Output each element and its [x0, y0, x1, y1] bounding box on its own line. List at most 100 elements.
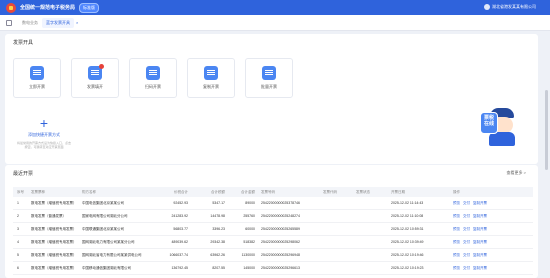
preview-link[interactable]: 预览 — [453, 214, 460, 218]
copy-invoice-link[interactable]: 复制开票 — [473, 253, 487, 257]
row-actions: 预览 交付 复制开票 — [449, 201, 499, 206]
shortcut-label: 复制开票 — [203, 84, 219, 89]
table-cell: 89000 — [245, 201, 255, 205]
tab-digital-business[interactable]: 数电业务 — [22, 20, 38, 26]
home-icon[interactable] — [6, 19, 12, 26]
table-cell: 60000 — [245, 227, 255, 231]
row-actions: 预览 交付 复制开票 — [449, 253, 499, 258]
column-header: 发票代码 — [323, 189, 337, 194]
table-cell: 4 — [17, 240, 19, 244]
copy-invoice-link[interactable]: 复制开票 — [473, 227, 487, 231]
invoice-issue-panel: 发票开具 立即开票 发票填开 扫码开票 复制开票 批量开票 + 添加快捷开票方式… — [5, 34, 538, 164]
section-title: 最近开票 — [13, 171, 34, 177]
deliver-link[interactable]: 交付 — [463, 253, 470, 257]
table-row: 2 数电发票（普通发票） 国家电网有限公司湖北分公司 241283.92 14478.9… — [13, 210, 533, 223]
table-cell: 25422000000025248274 — [261, 214, 300, 218]
column-header: 开票日期 — [391, 189, 405, 194]
table-cell: 2025-12-02 11:10:08 — [391, 214, 424, 218]
assistant-mascot[interactable]: 票税 在线 — [480, 108, 522, 146]
shortcut-scan[interactable]: 扫码开票 — [129, 58, 177, 98]
table-cell: 255760 — [243, 214, 255, 218]
table-row: 5 数电发票（增值税专用发票） 国网湖北省电力有限公司某某供电公司 1066037.7… — [13, 249, 533, 262]
table-cell: 56803.77 — [173, 227, 188, 231]
table-cell: 2025-12-02 10:19:46 — [391, 253, 424, 257]
qr-code-icon — [146, 66, 160, 80]
shortcut-batch[interactable]: 批量开票 — [245, 58, 293, 98]
view-more-link[interactable]: 查看更多 > — [507, 170, 526, 176]
shortcut-immediate[interactable]: 立即开票 — [13, 58, 61, 98]
copy-invoice-link[interactable]: 复制开票 — [473, 240, 487, 244]
table-cell: 中国移动通信集团湖北有限公司 — [82, 265, 131, 270]
table-cell: 3 — [17, 227, 19, 231]
deliver-link[interactable]: 交付 — [463, 266, 470, 270]
notification-dot — [99, 64, 104, 69]
shortcut-fill[interactable]: 发票填开 — [71, 58, 119, 98]
table-cell: 2025-12-02 10:19:23 — [391, 266, 424, 270]
preview-link[interactable]: 预览 — [453, 201, 460, 205]
row-actions: 预览 交付 复制开票 — [449, 240, 499, 245]
table-row: 1 数电发票（增值税专用发票） 中国电信集团北京某某公司 92452.93 5347.1… — [13, 197, 533, 210]
table-cell: 国网湖北电力有限公司某某分公司 — [82, 239, 135, 244]
copy-invoice-link[interactable]: 复制开票 — [473, 266, 487, 270]
deliver-link[interactable]: 交付 — [463, 201, 470, 205]
table-cell: 6 — [17, 266, 19, 270]
add-shortcut-hint: 将最常用的开票方式设为快捷入口，点击按钮，可跳转至对应开票页面 — [16, 141, 71, 149]
page-scrollbar[interactable] — [545, 90, 548, 170]
table-cell: 14478.98 — [210, 214, 225, 218]
table-cell: 数电发票（增值税专用发票） — [31, 265, 77, 270]
table-cell: 2025-12-02 10:59:31 — [391, 227, 424, 231]
row-actions: 预览 交付 复制开票 — [449, 214, 499, 219]
mascot-bubble: 票税 在线 — [480, 112, 498, 134]
preview-link[interactable]: 预览 — [453, 253, 460, 257]
preview-link[interactable]: 预览 — [453, 240, 460, 244]
table-cell: 数电发票（普通发票） — [31, 213, 66, 218]
column-header: 发票号码 — [261, 189, 275, 194]
preview-link[interactable]: 预览 — [453, 227, 460, 231]
table-cell: 1 — [17, 201, 19, 205]
top-bar: 全国统一规范电子税务局 标准版 湖北省港发某某有限公司 — [0, 0, 550, 15]
table-cell: 2025-12-02 11:14:43 — [391, 201, 424, 205]
table-cell: 5 — [17, 253, 19, 257]
table-cell: 5347.17 — [212, 201, 225, 205]
preview-link[interactable]: 预览 — [453, 266, 460, 270]
shortcut-copy[interactable]: 复制开票 — [187, 58, 235, 98]
table-cell: 145000 — [243, 266, 255, 270]
column-header: 购方名称 — [82, 189, 96, 194]
column-header: 序号 — [17, 189, 24, 194]
plus-icon: + — [39, 115, 49, 131]
table-cell: 数电发票（增值税专用发票） — [31, 252, 77, 257]
copy-invoice-link[interactable]: 复制开票 — [473, 214, 487, 218]
tab-bar: 数电业务 蓝字发票开具 × — [0, 15, 550, 31]
table-cell: 518382 — [243, 240, 255, 244]
table-cell: 3396.23 — [212, 227, 225, 231]
user-menu[interactable]: 湖北省港发某某有限公司 — [484, 4, 536, 10]
deliver-link[interactable]: 交付 — [463, 227, 470, 231]
add-shortcut-label: 添加快捷开票方式 — [28, 132, 60, 137]
edition-badge[interactable]: 标准版 — [79, 2, 100, 13]
table-cell: 241283.92 — [171, 214, 188, 218]
invoice-icon — [30, 66, 44, 80]
table-row: 6 数电发票（增值税专用发票） 中国移动通信集团湖北有限公司 136792.45 820… — [13, 262, 533, 275]
column-header: 合计金额 — [241, 189, 255, 194]
table-cell: 8207.55 — [212, 266, 225, 270]
deliver-link[interactable]: 交付 — [463, 214, 470, 218]
table-row: 3 数电发票（增值税专用发票） 中国联通集团北京某某公司 56803.77 3396.2… — [13, 223, 533, 236]
section-title: 发票开具 — [13, 40, 34, 46]
table-cell: 数电发票（增值税专用发票） — [31, 200, 77, 205]
table-cell: 29342.38 — [210, 240, 225, 244]
edit-invoice-icon — [88, 64, 104, 80]
add-shortcut[interactable]: + 添加快捷开票方式 将最常用的开票方式设为快捷入口，点击按钮，可跳转至对应开票… — [13, 116, 75, 160]
copy-invoice-link[interactable]: 复制开票 — [473, 201, 487, 205]
table-header: 序号 发票票种 购方名称 价税合计 合计税额 合计金额 发票号码 发票代码 发票… — [13, 187, 533, 197]
tab-blue-invoice[interactable]: 蓝字发票开具 — [42, 17, 74, 28]
deliver-link[interactable]: 交付 — [463, 240, 470, 244]
user-icon — [484, 4, 490, 10]
table-cell: 489039.62 — [171, 240, 188, 244]
mascot-body — [489, 132, 515, 146]
column-header: 发票票种 — [31, 189, 45, 194]
column-header: 发票状态 — [356, 189, 370, 194]
row-actions: 预览 交付 复制开票 — [449, 227, 499, 232]
table-cell: 国网湖北省电力有限公司某某供电公司 — [82, 252, 142, 257]
column-header: 操作 — [453, 189, 460, 194]
close-icon[interactable]: × — [76, 20, 78, 25]
